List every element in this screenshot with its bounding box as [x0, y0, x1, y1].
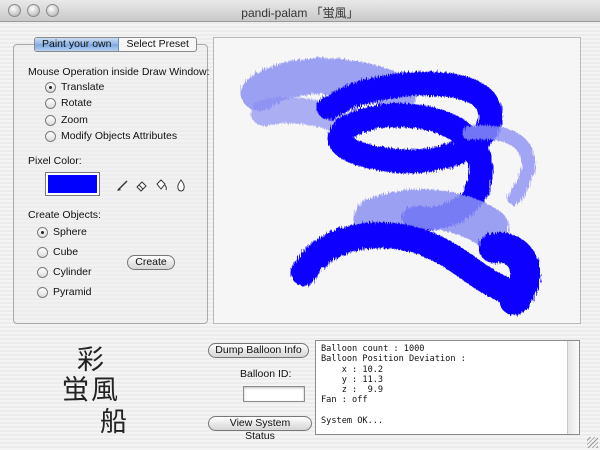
radio-button-icon[interactable]: [37, 226, 48, 238]
system-console-output[interactable]: Balloon count : 1000 Balloon Position De…: [315, 340, 580, 435]
resize-grip-icon[interactable]: [587, 437, 598, 448]
radio-label: Cube: [53, 246, 79, 258]
dump-balloon-info-button[interactable]: Dump Balloon Info: [208, 343, 309, 358]
tab-paint-your-own[interactable]: Paint your own: [35, 38, 120, 51]
radio-button-icon[interactable]: [45, 114, 56, 126]
radio-label: Pyramid: [53, 286, 92, 298]
radio-label: Translate: [61, 81, 105, 93]
tab-select-preset[interactable]: Select Preset: [119, 38, 195, 51]
create-objects-heading: Create Objects:: [28, 209, 101, 221]
view-system-status-button[interactable]: View System Status: [208, 416, 312, 442]
brush-icon[interactable]: [116, 178, 130, 192]
eraser-icon[interactable]: [135, 178, 149, 192]
radio-cube[interactable]: Cube: [37, 246, 78, 258]
painted-strokes-illustration: [241, 58, 541, 315]
draw-window-canvas[interactable]: [213, 37, 581, 324]
console-scrollbar[interactable]: [567, 341, 579, 434]
pixel-color-label: Pixel Color:: [28, 155, 82, 167]
balloon-id-label: Balloon ID:: [240, 368, 292, 380]
radio-label: Rotate: [61, 97, 92, 109]
radio-button-icon[interactable]: [45, 130, 56, 142]
mode-segmented-control: Paint your own Select Preset: [34, 37, 197, 52]
console-text: Balloon count : 1000 Balloon Position De…: [321, 344, 466, 427]
window-title: pandi-palam 「蛍風」: [241, 6, 359, 20]
radio-button-icon[interactable]: [45, 81, 56, 93]
radio-translate[interactable]: Translate: [45, 81, 104, 93]
dropper-icon[interactable]: [174, 178, 188, 192]
radio-cylinder[interactable]: Cylinder: [37, 266, 92, 278]
radio-label: Sphere: [53, 226, 87, 238]
logo-char-3: 船: [100, 407, 127, 438]
radio-label: Zoom: [61, 114, 88, 126]
mouse-operation-heading: Mouse Operation inside Draw Window:: [28, 66, 210, 78]
title-bar: pandi-palam 「蛍風」: [0, 0, 600, 22]
app-window: pandi-palam 「蛍風」 Paint your own Select P…: [0, 0, 600, 450]
radio-modify-attributes[interactable]: Modify Objects Attributes: [45, 130, 177, 142]
pixel-color-fill: [48, 175, 97, 193]
create-button[interactable]: Create: [127, 255, 175, 270]
radio-label: Modify Objects Attributes: [61, 130, 178, 142]
radio-button-icon[interactable]: [37, 286, 48, 298]
radio-button-icon[interactable]: [37, 246, 48, 258]
radio-label: Cylinder: [53, 266, 92, 278]
radio-zoom[interactable]: Zoom: [45, 114, 88, 126]
radio-button-icon[interactable]: [37, 266, 48, 278]
radio-button-icon[interactable]: [45, 97, 56, 109]
balloon-id-input[interactable]: [243, 386, 305, 402]
bucket-icon[interactable]: [154, 178, 168, 192]
pixel-color-well[interactable]: [45, 172, 100, 196]
radio-pyramid[interactable]: Pyramid: [37, 286, 92, 298]
radio-rotate[interactable]: Rotate: [45, 97, 92, 109]
radio-sphere[interactable]: Sphere: [37, 226, 87, 238]
